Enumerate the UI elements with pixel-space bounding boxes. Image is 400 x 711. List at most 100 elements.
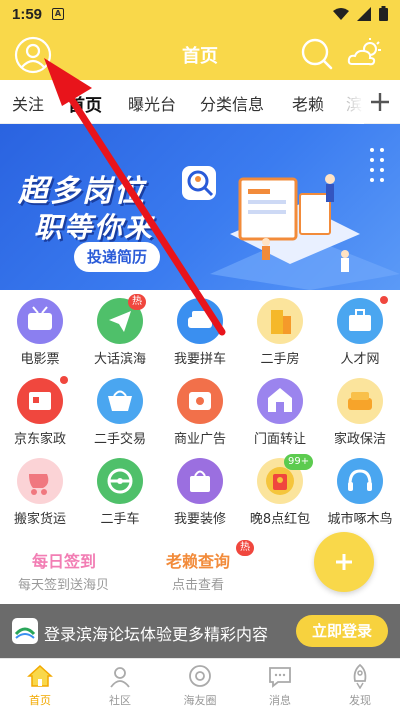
grid-label: 京东家政 — [13, 432, 66, 447]
stroller-icon — [17, 458, 63, 504]
plus-icon — [336, 554, 352, 570]
signal-icon — [357, 6, 371, 21]
wifi-icon — [333, 7, 349, 20]
tab-deadbeat[interactable]: 老赖 — [292, 91, 324, 115]
basket-icon — [97, 378, 143, 424]
add-post-button[interactable] — [314, 532, 374, 592]
page-title: 首页 — [182, 46, 218, 67]
briefcase-icon — [337, 298, 383, 344]
plus-icon — [371, 93, 389, 111]
tab-classifieds[interactable]: 分类信息 — [200, 91, 264, 115]
quick-title: 老赖查询 — [166, 552, 231, 571]
grid-item-talent[interactable]: 人才网 — [320, 290, 400, 370]
grid-item-commercial-ads[interactable]: 商业广告 — [160, 370, 240, 450]
grid-label: 城市啄木鸟 — [327, 512, 393, 527]
hot-badge: 热 — [236, 540, 254, 556]
tv-icon — [17, 298, 63, 344]
promo-text: 登录滨海论坛体验更多精彩内容 — [44, 625, 269, 644]
grid-item-moving[interactable]: 搬家货运 — [0, 450, 80, 530]
status-time: 1:59 — [12, 5, 43, 23]
bottom-nav: 首页 社区 海友圈 消息 发现 — [0, 658, 400, 711]
red-dot — [380, 296, 388, 304]
community-icon — [110, 667, 130, 688]
home-icon — [27, 664, 53, 687]
grid-item-cleaning[interactable]: 家政保洁 — [320, 370, 400, 450]
grid-item-movie-tickets[interactable]: 电影票 — [0, 290, 80, 370]
battery-icon — [379, 6, 388, 21]
grid-label: 二手房 — [260, 352, 300, 367]
headset-icon — [337, 458, 383, 504]
status-icons — [333, 6, 388, 21]
grid-item-city-woodpecker[interactable]: 城市啄木鸟 — [320, 450, 400, 530]
grid-item-shop-transfer[interactable]: 门面转让 — [240, 370, 320, 450]
grid-label: 大话滨海 — [93, 352, 146, 367]
tab-exposure[interactable]: 曝光台 — [128, 91, 176, 115]
submit-resume-button[interactable]: 投递简历 — [74, 242, 160, 272]
count-badge: 99+ — [284, 454, 314, 470]
grid-item-binhai-talk[interactable]: 热 大话滨海 — [80, 290, 160, 370]
tab-follow[interactable]: 关注 — [12, 91, 44, 115]
tab-home[interactable]: 首页 — [68, 91, 102, 116]
app-header: 首页 — [0, 28, 400, 80]
quick-sub: 每天签到送海贝 — [18, 578, 110, 593]
status-bar: 1:59 A — [0, 0, 400, 28]
grid-label: 商业广告 — [173, 432, 226, 447]
grid-item-renovation[interactable]: 我要装修 — [160, 450, 240, 530]
banner-headline: 超多岗位 — [18, 174, 146, 209]
banner-subheadline: 职等你来 — [34, 211, 155, 244]
weather-button[interactable] — [346, 36, 384, 72]
car-icon — [177, 298, 223, 344]
grid-label: 晚8点红包 — [249, 512, 311, 527]
building-icon — [257, 298, 303, 344]
nav-friends-circle[interactable]: 海友圈 — [160, 659, 240, 711]
friends-circle-icon — [189, 665, 211, 687]
grid-label: 我要装修 — [173, 512, 226, 527]
nav-label: 社区 — [109, 694, 131, 707]
grid-item-carpool[interactable]: 我要拼车 — [160, 290, 240, 370]
grid-item-red-packet[interactable]: 99+ 晚8点红包 — [240, 450, 320, 530]
tab-fade — [340, 80, 364, 124]
hot-badge: 热 — [128, 294, 146, 310]
grid-item-used-cars[interactable]: 二手车 — [80, 450, 160, 530]
bag-icon — [177, 458, 223, 504]
rocket-icon — [353, 663, 367, 689]
login-promo-bar: 登录滨海论坛体验更多精彩内容 立即登录 — [0, 604, 400, 658]
grid-item-second-hand-trade[interactable]: 二手交易 — [80, 370, 160, 450]
nav-label: 海友圈 — [183, 694, 217, 707]
login-now-button[interactable]: 立即登录 — [296, 615, 388, 647]
message-icon — [269, 667, 291, 688]
grid-label: 电影票 — [20, 352, 60, 367]
service-grid: 电影票 热 大话滨海 我要拼车 二手房 人才网 京东家政 二手交易 商业广告 门… — [0, 290, 400, 530]
nav-label: 首页 — [29, 694, 51, 707]
category-tabs: 关注 首页 曝光台 分类信息 老赖 滨 — [0, 80, 400, 124]
nav-discover[interactable]: 发现 — [320, 659, 400, 711]
weather-cloud-sun-icon — [347, 38, 381, 66]
steering-wheel-icon — [97, 458, 143, 504]
shop-icon — [17, 378, 63, 424]
storefront-icon — [257, 378, 303, 424]
search-icon — [301, 38, 333, 70]
grid-label: 我要拼车 — [173, 352, 226, 367]
quick-sub: 点击查看 — [172, 578, 225, 593]
search-button[interactable] — [300, 37, 334, 71]
grid-item-second-hand-house[interactable]: 二手房 — [240, 290, 320, 370]
nav-messages[interactable]: 消息 — [240, 659, 320, 711]
ad-icon — [177, 378, 223, 424]
nav-community[interactable]: 社区 — [80, 659, 160, 711]
grid-label: 二手交易 — [93, 432, 146, 447]
grid-label: 家政保洁 — [333, 432, 386, 447]
forum-logo-icon — [12, 618, 38, 644]
banner-carousel[interactable]: 超多岗位 职等你来 投递简历 — [0, 124, 400, 290]
nav-home[interactable]: 首页 — [0, 659, 80, 711]
banner-dots-decoration — [370, 148, 384, 182]
grid-label: 人才网 — [340, 352, 380, 367]
grid-label: 门面转让 — [253, 432, 306, 447]
sofa-icon — [337, 378, 383, 424]
nav-label: 发现 — [349, 694, 371, 707]
add-tab-button[interactable] — [368, 90, 392, 114]
red-dot — [60, 376, 68, 384]
grid-label: 搬家货运 — [13, 512, 66, 527]
grid-label: 二手车 — [100, 512, 140, 527]
magnifier-badge-icon — [182, 166, 216, 200]
grid-item-jd-housekeeping[interactable]: 京东家政 — [0, 370, 80, 450]
